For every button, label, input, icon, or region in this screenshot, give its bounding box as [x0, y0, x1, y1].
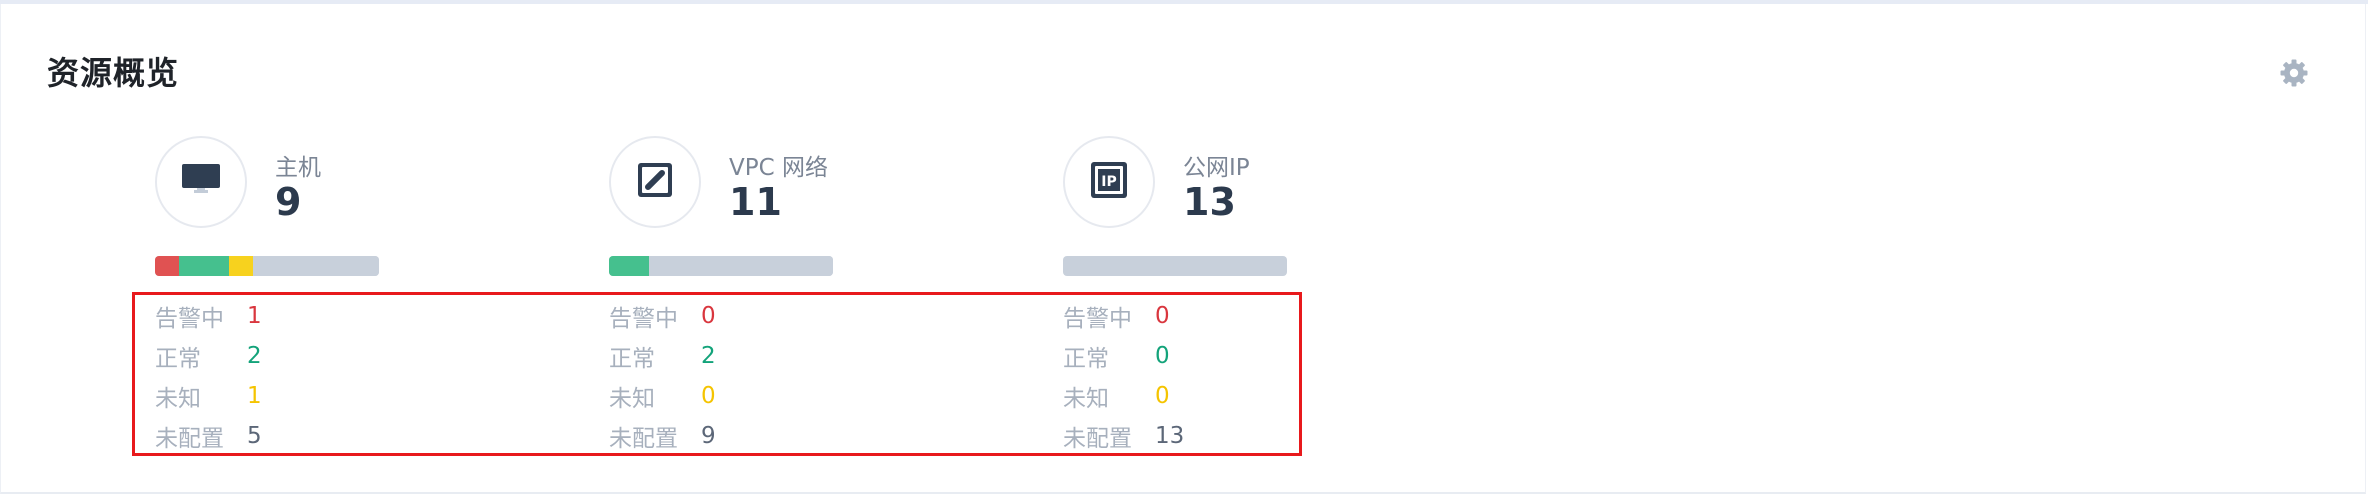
resource-overview-panel: 资源概览 主机 9 告警中 1 正常 2 未知 1 未配置 5 VPC 网络 1… — [0, 4, 2366, 494]
public-ip-icon-wrapper: IP — [1063, 136, 1155, 228]
bar-segment-alarm — [155, 256, 179, 276]
resource-count: 13 — [1183, 180, 1236, 224]
status-distribution-bar — [155, 256, 379, 276]
host-icon-wrapper — [155, 136, 247, 228]
highlight-box — [132, 292, 1302, 456]
resource-count: 9 — [275, 180, 302, 224]
bar-segment-unconfigured — [649, 256, 833, 276]
status-distribution-bar — [609, 256, 833, 276]
bar-segment-unconfigured — [1063, 256, 1287, 276]
bar-segment-unconfigured — [253, 256, 379, 276]
bar-segment-unknown — [229, 256, 253, 276]
resource-count: 11 — [729, 180, 782, 224]
status-distribution-bar — [1063, 256, 1287, 276]
public-ip-icon: IP — [1090, 161, 1128, 203]
resource-label: 公网IP — [1183, 155, 1250, 181]
vpc-network-icon — [637, 162, 673, 202]
bar-segment-normal — [179, 256, 229, 276]
panel-title: 资源概览 — [47, 54, 180, 92]
resource-label: 主机 — [275, 155, 321, 181]
monitor-icon — [181, 163, 221, 201]
resource-label: VPC 网络 — [729, 155, 828, 181]
vpc-icon-wrapper — [609, 136, 701, 228]
bar-segment-normal — [609, 256, 649, 276]
gear-icon[interactable] — [2279, 58, 2309, 88]
svg-text:IP: IP — [1101, 174, 1116, 190]
